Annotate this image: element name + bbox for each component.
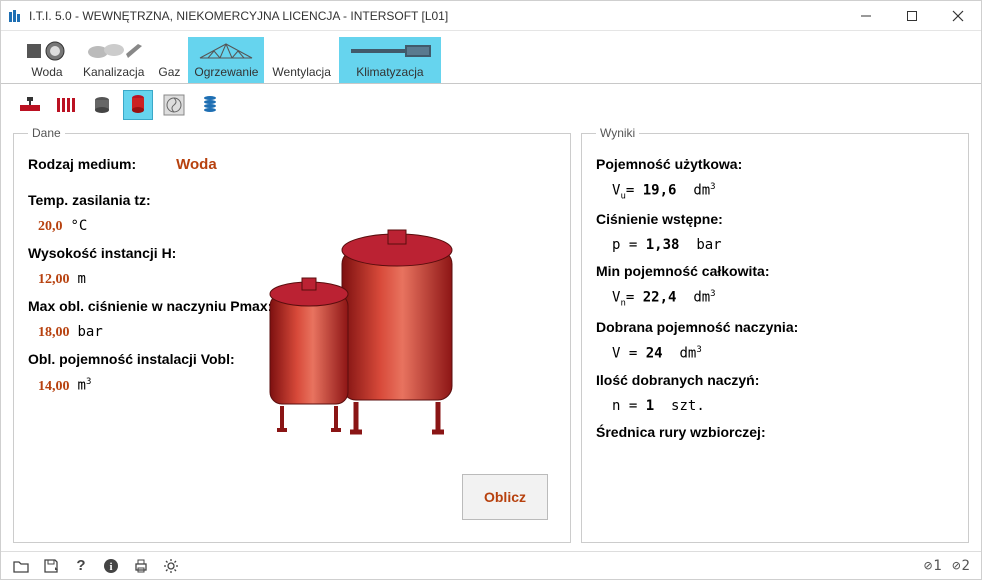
maximize-button[interactable] [889,1,935,31]
panel-dane: Dane Rodzaj medium: Woda Temp. zasilania… [13,126,571,543]
vobl-unit: m3 [78,377,92,394]
panel-wyniki-title: Wyniki [596,126,639,140]
vu-line: Vu= 19,6 dm3 [612,182,954,201]
medium-label: Rodzaj medium: [28,156,136,172]
panel-dane-title: Dane [28,126,65,140]
pmax-unit: bar [78,324,103,340]
tab-label: Woda [31,65,62,79]
main-tabs: Woda Kanalizacja Gaz Ogrzewanie Wentylac… [1,31,981,84]
settings-icon[interactable] [161,556,181,576]
print-icon[interactable] [131,556,151,576]
tz-label: Temp. zasilania tz: [28,192,556,208]
statusbar: ? i ⊘1 ⊘2 [1,551,981,579]
water-meter-icon [25,39,69,63]
h-value[interactable]: 12,00 [38,272,70,288]
h-unit: m [78,271,86,287]
tab-wentylacja[interactable]: Wentylacja [266,37,336,83]
vu-label: Pojemność użytkowa: [596,156,954,172]
minimize-button[interactable] [843,1,889,31]
tab-label: Wentylacja [272,65,330,79]
status-indicators: ⊘1 ⊘2 [924,558,971,574]
subtool-cap[interactable] [87,90,117,120]
window-title: I.T.I. 5.0 - WEWNĘTRZNA, NIEKOMERCYJNA L… [29,9,843,23]
dr-label: Średnica rury wzbiorczej: [596,424,954,440]
truss-icon [196,39,256,63]
tab-woda[interactable]: Woda [19,37,75,83]
tab-label: Gaz [158,65,180,79]
subtool-fan[interactable] [159,90,189,120]
help-icon[interactable]: ? [71,556,91,576]
subtool-coil[interactable] [195,90,225,120]
svg-text:i: i [109,561,112,573]
n-line: n = 1 szt. [612,398,954,414]
tab-label: Klimatyzacja [356,65,423,79]
vn-label: Min pojemność całkowita: [596,263,954,279]
calculate-button[interactable]: Oblicz [462,474,548,520]
close-button[interactable] [935,1,981,31]
subtool-valve[interactable] [15,90,45,120]
vobl-value[interactable]: 14,00 [38,379,70,395]
tab-label: Kanalizacja [83,65,144,79]
tab-gaz[interactable]: Gaz [152,37,186,83]
n-label: Ilość dobranych naczyń: [596,372,954,388]
app-icon [7,8,23,24]
tab-kanalizacja[interactable]: Kanalizacja [77,37,150,83]
tab-ogrzewanie[interactable]: Ogrzewanie [188,37,264,83]
tz-value[interactable]: 20,0 [38,219,63,235]
sub-toolbar [1,84,981,126]
blank-icon [282,39,322,63]
subtool-vessel[interactable] [123,90,153,120]
medium-value[interactable]: Woda [176,156,217,173]
tool-icon [345,39,435,63]
tab-label: Ogrzewanie [194,65,258,79]
expansion-vessels-illustration [260,222,460,452]
panel-wyniki: Wyniki Pojemność użytkowa: Vu= 19,6 dm3 … [581,126,969,543]
pmax-value[interactable]: 18,00 [38,325,70,341]
content-area: Dane Rodzaj medium: Woda Temp. zasilania… [1,126,981,551]
info-icon[interactable]: i [101,556,121,576]
pw-line: p = 1,38 bar [612,237,954,253]
vd-line: V = 24 dm3 [612,345,954,362]
save-icon[interactable] [41,556,61,576]
tz-unit: °C [71,218,88,234]
pw-label: Ciśnienie wstępne: [596,211,954,227]
pipes-icon [84,39,144,63]
open-icon[interactable] [11,556,31,576]
vd-label: Dobrana pojemność naczynia: [596,319,954,335]
blank-icon [159,39,179,63]
vn-line: Vn= 22,4 dm3 [612,289,954,308]
tab-klimatyzacja[interactable]: Klimatyzacja [339,37,441,83]
titlebar: I.T.I. 5.0 - WEWNĘTRZNA, NIEKOMERCYJNA L… [1,1,981,31]
subtool-radiator[interactable] [51,90,81,120]
